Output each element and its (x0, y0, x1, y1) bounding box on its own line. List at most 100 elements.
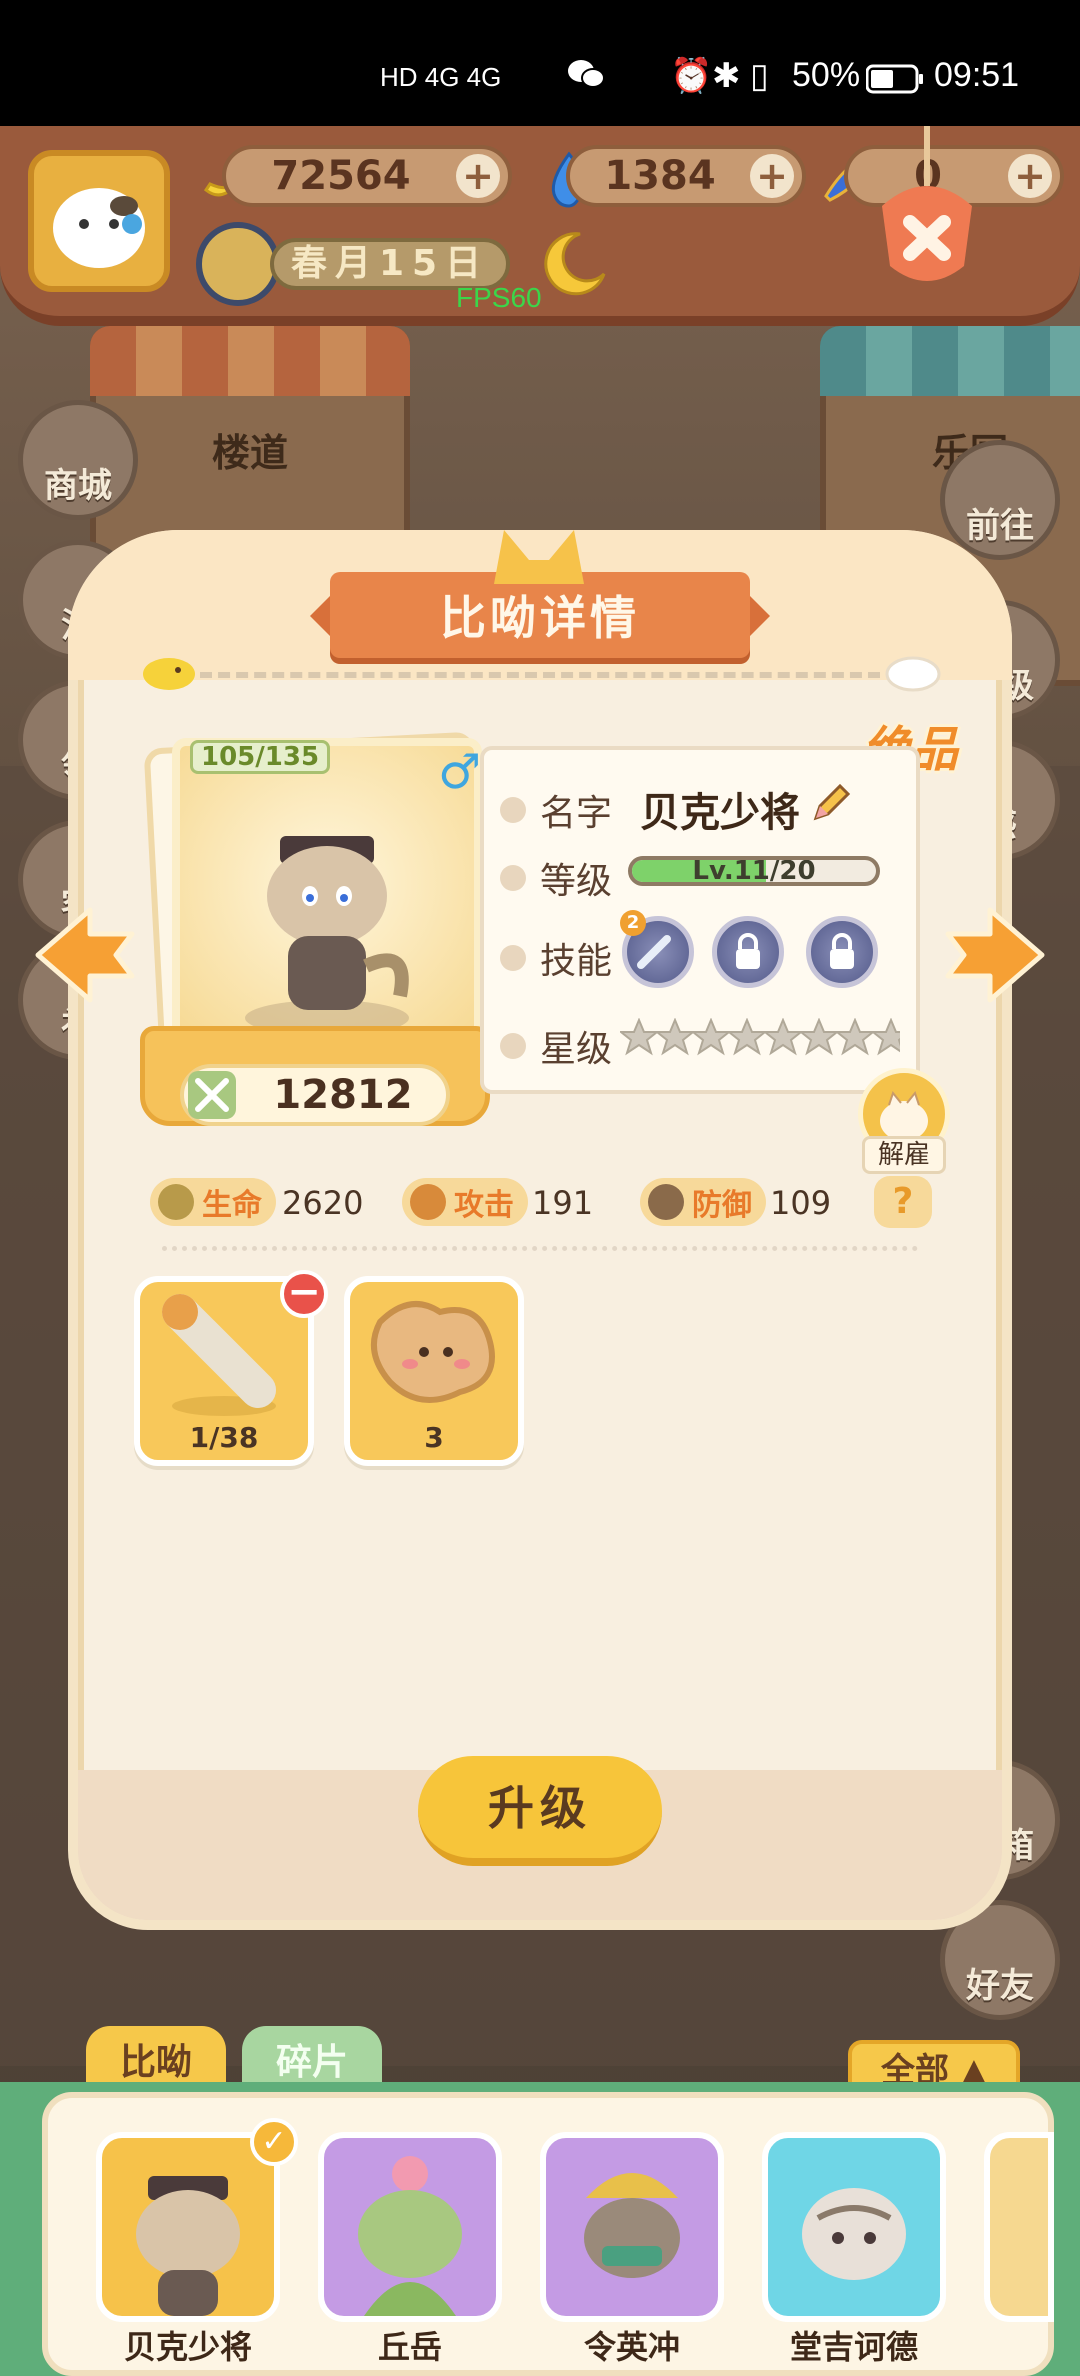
item-scroll-count: 1/38 (189, 1421, 259, 1454)
level-progress-bar: Lv.11/20 (628, 856, 880, 886)
stat-atk-label: 攻击 (454, 1188, 514, 1223)
edit-pencil-icon[interactable] (808, 782, 852, 826)
star-icon (620, 1018, 658, 1056)
network-indicators: HD 4G 4G (380, 62, 502, 92)
paw-icon (500, 797, 526, 823)
shop-sign-left: 楼道 (211, 431, 289, 475)
stat-atk-value: 191 (532, 1184, 594, 1222)
star-icon (800, 1018, 838, 1056)
hero-portrait (802, 2188, 906, 2280)
battery-icon (865, 64, 924, 103)
next-arrow-icon[interactable] (940, 900, 1050, 1010)
dismiss-label: 解雇 (862, 1136, 946, 1174)
cat-ears-icon (494, 530, 584, 584)
name-label: 名字 (540, 793, 613, 834)
fist-icon (410, 1184, 446, 1220)
name-row: 名字 (500, 784, 612, 836)
hero-slot-5-partial[interactable] (984, 2132, 1054, 2322)
hero-name-3: 令英冲 (583, 2328, 680, 2366)
biscuit-icon (371, 1301, 495, 1403)
shield-icon (648, 1184, 684, 1220)
hero-slot-2[interactable] (318, 2132, 502, 2322)
star-icon (872, 1018, 900, 1056)
clock-time: 09:51 (934, 56, 1020, 94)
stars-row: 星级 (500, 1020, 612, 1072)
cat-face-icon (53, 188, 145, 268)
hero-portrait (358, 2156, 462, 2316)
star-icon (728, 1018, 766, 1056)
crossed-swords-icon (188, 1071, 236, 1119)
flame-value: 1384 (604, 153, 716, 199)
item-biscuit[interactable]: 3 (344, 1276, 524, 1466)
level-label: 等级 (540, 861, 613, 902)
add-flame-button[interactable]: + (750, 154, 794, 198)
status-bar: HD 4G 4G ⏰ ✱ ▯ 50% 09:51 (0, 0, 1080, 126)
hero-name-4: 堂吉诃德 (789, 2328, 918, 2366)
hero-portrait (584, 2173, 680, 2278)
paw-icon (500, 945, 526, 971)
lock-icon (830, 933, 854, 969)
banana-counter: 72564 + (222, 145, 512, 207)
hero-slot-1[interactable] (96, 2132, 280, 2322)
close-icon[interactable] (872, 126, 982, 296)
side-button-label: 商城 (44, 466, 112, 506)
skill-slot-locked-1[interactable] (712, 916, 784, 988)
banana-value: 72564 (271, 153, 411, 199)
heart-icon (158, 1184, 194, 1220)
stat-hp-value: 2620 (282, 1184, 364, 1222)
help-button[interactable]: ? (874, 1176, 932, 1228)
star-icon (656, 1018, 694, 1056)
side-button-goto[interactable]: 前往 (940, 440, 1060, 560)
skill-slot-locked-2[interactable] (806, 916, 878, 988)
side-button-label: 前往 (966, 506, 1034, 546)
moon-icon (544, 232, 606, 296)
chick-icon (143, 658, 195, 690)
power-value: 12812 (273, 1072, 413, 1118)
level-row: 等级 (500, 852, 612, 904)
stat-def-label: 防御 (692, 1188, 752, 1223)
hero-name-1: 贝克少将 (123, 2328, 252, 2366)
upgrade-button[interactable]: 升级 (418, 1756, 662, 1866)
divider (200, 672, 880, 678)
bluetooth-icon: ✱ (712, 57, 741, 95)
add-banana-button[interactable]: + (456, 154, 500, 198)
character-name: 贝克少将 (640, 790, 800, 836)
vibrate-icon: ▯ (750, 57, 769, 95)
stars-label: 星级 (540, 1029, 613, 1070)
star-icon (764, 1018, 802, 1056)
paw-icon (500, 1033, 526, 1059)
star-icon (692, 1018, 730, 1056)
flame-counter: 1384 + (566, 145, 806, 207)
hero-name-2: 丘岳 (377, 2328, 442, 2366)
hero-slot-4[interactable] (762, 2132, 946, 2322)
add-feather-button[interactable]: + (1008, 154, 1052, 198)
stat-hp-label: 生命 (202, 1188, 262, 1223)
side-button-mall[interactable]: 商城 (18, 400, 138, 520)
skills-row: 技能 (500, 932, 612, 984)
hero-slot-3[interactable] (540, 2132, 724, 2322)
side-button-label: 好友 (966, 1966, 1034, 2006)
skills-label: 技能 (540, 941, 613, 982)
stat-hp-chip: 生命 (150, 1178, 276, 1226)
gender-male-icon: ♂ (438, 744, 482, 800)
item-biscuit-count: 3 (424, 1421, 444, 1454)
character-card (172, 738, 482, 1058)
player-avatar[interactable] (28, 150, 170, 292)
stat-def-value: 109 (770, 1184, 832, 1222)
stat-def-chip: 防御 (640, 1178, 766, 1226)
cloud-cat-icon (885, 656, 941, 692)
character-portrait (245, 836, 409, 1036)
wechat-icon (566, 56, 606, 101)
previous-arrow-icon[interactable] (30, 900, 140, 1010)
star-rating (620, 1016, 900, 1060)
day-clock-icon (196, 222, 280, 306)
battery-percent: 50% (792, 56, 861, 94)
alarm-icon: ⏰ (670, 57, 713, 95)
skill-level-badge: 2 (620, 910, 646, 936)
remove-item-button[interactable]: − (280, 1270, 328, 1318)
lock-icon (736, 933, 760, 969)
power-display: 12812 (180, 1064, 450, 1126)
fps-counter: FPS60 (456, 282, 542, 313)
star-icon (836, 1018, 874, 1056)
paw-icon (500, 865, 526, 891)
